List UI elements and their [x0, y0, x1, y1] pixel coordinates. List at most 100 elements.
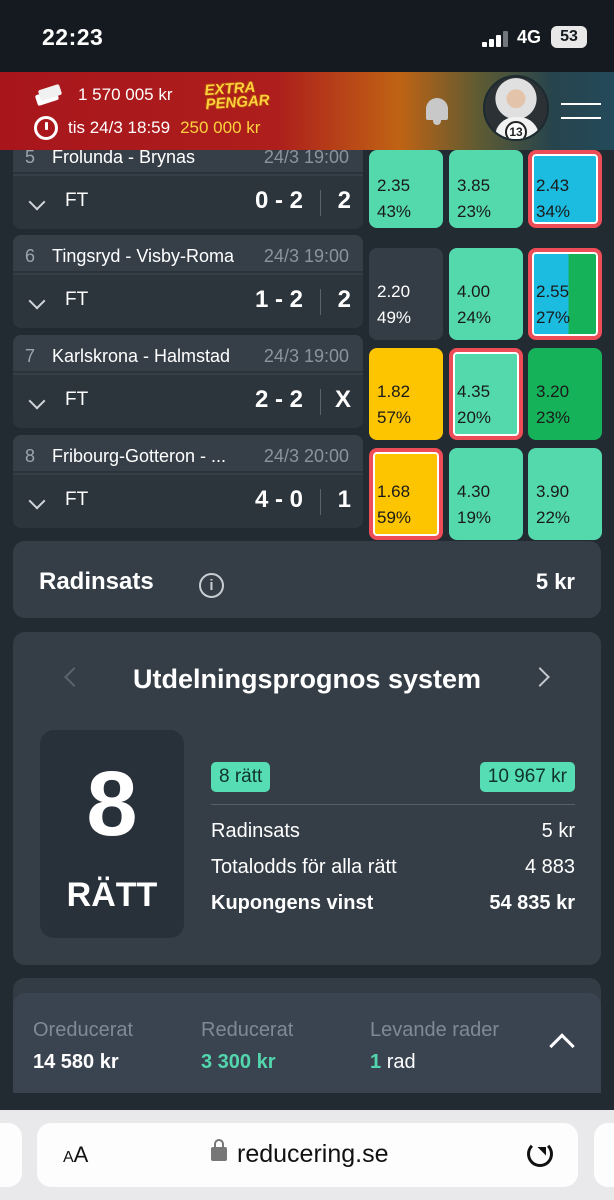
- odds-percent: 43%: [377, 202, 412, 221]
- reload-icon[interactable]: [527, 1141, 553, 1167]
- odds-button[interactable]: 2.35 43%: [369, 150, 443, 228]
- row-value: 5 kr: [541, 820, 575, 842]
- row-value: 54 835 kr: [489, 892, 575, 914]
- odds-value: 3.20: [536, 382, 570, 401]
- odds-value: 2.35: [377, 176, 411, 195]
- match-result: FT 4 - 0 1: [13, 475, 363, 528]
- avatar-number: 13: [505, 121, 527, 139]
- hamburger-menu-icon[interactable]: [561, 103, 601, 121]
- chevron-down-icon[interactable]: [28, 392, 46, 410]
- odds-percent: 19%: [457, 508, 492, 527]
- match-score: 1 - 2: [254, 286, 303, 313]
- odds-percent: 59%: [377, 508, 412, 527]
- match-datetime: 24/3 19:00: [263, 246, 349, 266]
- match-status: FT: [65, 289, 89, 310]
- odds-button[interactable]: 1.68 59%: [369, 448, 443, 540]
- match-number: 7: [25, 346, 36, 366]
- divider: [320, 489, 321, 515]
- chevron-down-icon[interactable]: [28, 193, 46, 211]
- browser-toolbar: AA reducering.se: [0, 1110, 614, 1200]
- odds-button[interactable]: 2.20 49%: [369, 248, 443, 340]
- match-datetime: 24/3 19:00: [263, 147, 349, 167]
- correct-label: RÄTT: [66, 876, 158, 914]
- odds-button[interactable]: 4.00 24%: [449, 248, 523, 340]
- odds-button[interactable]: 4.30 19%: [449, 448, 523, 540]
- reducerat-value: 3 300 kr: [201, 1051, 276, 1073]
- match-status: FT: [65, 489, 89, 510]
- odds-percent: 57%: [377, 408, 412, 427]
- prognos-title: Utdelningsprognos system: [132, 664, 482, 694]
- radinsats-card: Radinsats i 5 kr: [13, 541, 601, 618]
- odds-percent: 20%: [457, 408, 492, 427]
- divider: [320, 190, 321, 216]
- levande-label: Levande rader: [370, 1019, 499, 1041]
- payout-pill: 10 967 kr: [479, 762, 575, 792]
- levande-count: 1: [370, 1051, 382, 1073]
- odds-percent: 49%: [377, 308, 412, 327]
- odds-value: 1.82: [377, 382, 411, 401]
- row-value: 4 883: [524, 856, 575, 878]
- correct-count: 8: [86, 753, 138, 855]
- match-number: 8: [25, 446, 36, 466]
- divider: [320, 389, 321, 415]
- row-label: Kupongens vinst: [211, 892, 374, 914]
- match-teams: Tingsryd - Visby-Roma: [52, 246, 235, 266]
- match-row[interactable]: 8 Fribourg-Gotteron - ... 24/3 20:00 FT 4 - …: [13, 435, 363, 528]
- balance: 1 570 005 kr: [78, 85, 173, 104]
- odds-button[interactable]: 3.20 23%: [528, 348, 602, 440]
- correct-count-box: 8 RÄTT: [40, 730, 184, 938]
- odds-value: 4.00: [457, 282, 491, 301]
- odds-value: 3.85: [457, 176, 491, 195]
- match-status: FT: [65, 190, 89, 211]
- aa-small: A: [63, 1149, 74, 1166]
- avatar[interactable]: 13: [483, 75, 549, 141]
- match-outcome: 2: [337, 286, 351, 313]
- levande-value: 1 rad: [370, 1051, 416, 1074]
- previous-tab[interactable]: [0, 1123, 22, 1187]
- match-number: 6: [25, 246, 36, 266]
- lock-icon: [211, 1139, 227, 1161]
- match-score: 4 - 0: [254, 486, 303, 513]
- odds-value: 4.35: [457, 382, 491, 401]
- odds-percent: 22%: [536, 508, 571, 527]
- match-result: FT 0 - 2 2: [13, 176, 363, 229]
- match-teams: Frolunda - Brynas: [52, 147, 196, 167]
- match-header: 7 Karlskrona - Halmstad 24/3 19:00: [13, 335, 363, 373]
- match-row[interactable]: 7 Karlskrona - Halmstad 24/3 19:00 FT 2 - 2 X: [13, 335, 363, 428]
- battery-icon: 53: [551, 26, 587, 48]
- odds-button[interactable]: 2.55 27%: [528, 248, 602, 340]
- odds-percent: 27%: [536, 308, 571, 327]
- odds-value: 2.55: [536, 282, 570, 301]
- odds-percent: 23%: [457, 202, 492, 221]
- text-size-button[interactable]: AA: [63, 1142, 88, 1168]
- bell-icon[interactable]: [424, 96, 450, 126]
- summary-bar[interactable]: Oreducerat 14 580 kr Reducerat 3 300 kr …: [13, 993, 601, 1093]
- chevron-down-icon[interactable]: [28, 292, 46, 310]
- levande-unit: rad: [386, 1051, 416, 1073]
- chevron-down-icon[interactable]: [28, 492, 46, 510]
- info-icon[interactable]: i: [199, 573, 224, 598]
- odds-button[interactable]: 3.85 23%: [449, 150, 523, 228]
- address-bar[interactable]: AA reducering.se: [37, 1123, 578, 1187]
- row-label: Radinsats: [211, 820, 300, 842]
- odds-value: 2.20: [377, 282, 411, 301]
- odds-button[interactable]: 3.90 22%: [528, 448, 602, 540]
- match-score: 2 - 2: [254, 386, 303, 413]
- match-outcome: 1: [337, 486, 351, 513]
- radinsats-label: Radinsats: [39, 568, 154, 595]
- alarm-clock-icon: [34, 116, 58, 140]
- chevron-up-icon[interactable]: [549, 1033, 575, 1059]
- odds-button[interactable]: 2.43 34%: [528, 150, 602, 228]
- match-outcome: X: [334, 386, 351, 413]
- prognos-card: Utdelningsprognos system 8 RÄTT 8 rätt 1…: [13, 632, 601, 965]
- odds-percent: 23%: [536, 408, 571, 427]
- deadline: tis 24/3 18:59: [68, 118, 171, 137]
- match-status: FT: [65, 389, 89, 410]
- next-tab[interactable]: [594, 1123, 614, 1187]
- match-header: 8 Fribourg-Gotteron - ... 24/3 20:00: [13, 435, 363, 473]
- match-row[interactable]: 6 Tingsryd - Visby-Roma 24/3 19:00 FT 1 - 2 2: [13, 235, 363, 328]
- odds-button[interactable]: 4.35 20%: [449, 348, 523, 440]
- match-datetime: 24/3 20:00: [263, 446, 349, 466]
- odds-button[interactable]: 1.82 57%: [369, 348, 443, 440]
- match-header: 6 Tingsryd - Visby-Roma 24/3 19:00: [13, 235, 363, 273]
